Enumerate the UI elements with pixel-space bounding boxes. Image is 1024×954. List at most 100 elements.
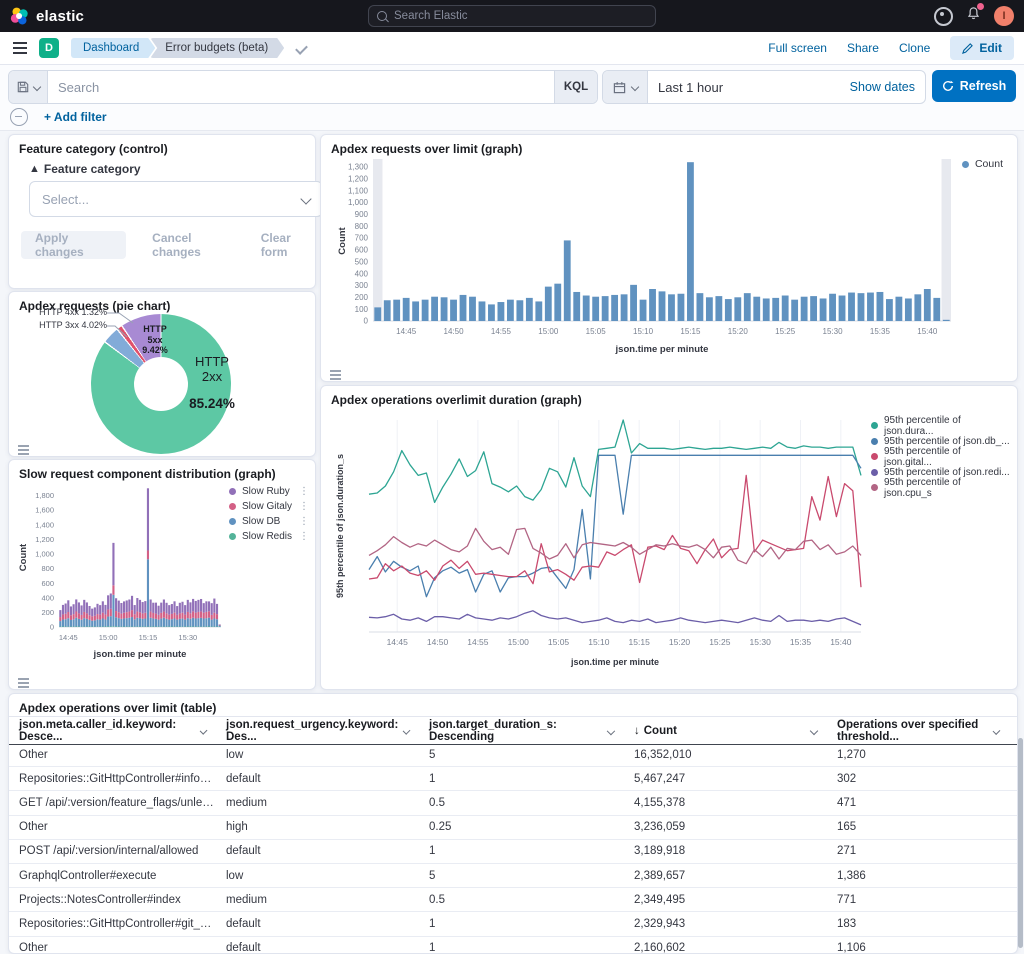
legend-item[interactable]: Slow Redis⋮	[229, 531, 309, 542]
breadcrumb-dashboard[interactable]: Dashboard	[71, 38, 155, 58]
global-search-input[interactable]: Search Elastic	[368, 5, 656, 27]
svg-text:json.time per minute: json.time per minute	[570, 657, 659, 667]
cancel-changes-button[interactable]: Cancel changes	[152, 231, 235, 259]
panel-title[interactable]: Apdex operations overlimit duration (gra…	[331, 393, 582, 407]
legend-item[interactable]: Slow Gitaly ⋮	[229, 501, 309, 512]
table-header-row: json.meta.caller_id.keyword: Desce...jso…	[9, 716, 1017, 745]
table-cell: default	[216, 773, 419, 785]
svg-text:1,600: 1,600	[35, 506, 54, 515]
svg-text:200: 200	[41, 608, 54, 617]
column-label: Operations over specified threshold...	[837, 719, 994, 743]
pie-label-4xx: HTTP 4xx 1.32%	[13, 306, 107, 319]
page-scrollbar[interactable]	[1018, 738, 1023, 948]
table-column-header[interactable]: json.request_urgency.keyword: Des...	[216, 719, 419, 743]
legend-item[interactable]: 95th percentile of json.cpu_s	[871, 482, 1011, 494]
table-row: Repositories::GitHttpController#info_ref…	[9, 767, 1017, 791]
svg-text:100: 100	[355, 305, 369, 314]
table-cell: 0.25	[419, 821, 624, 833]
feature-category-label: Feature category	[44, 162, 141, 176]
table-cell: POST /api/:version/internal/allowed	[9, 845, 216, 857]
user-avatar[interactable]: I	[994, 6, 1014, 26]
svg-text:1,200: 1,200	[35, 535, 54, 544]
table-cell: 0.5	[419, 797, 624, 809]
refresh-button[interactable]: Refresh	[932, 70, 1016, 102]
table-column-header[interactable]: json.meta.caller_id.keyword: Desce...	[9, 719, 216, 743]
edit-button[interactable]: Edit	[950, 36, 1014, 60]
show-dates-link[interactable]: Show dates	[850, 80, 925, 94]
calendar-icon	[613, 81, 626, 94]
table-cell: default	[216, 845, 419, 857]
full-screen-link[interactable]: Full screen	[768, 41, 827, 55]
table-cell: 1	[419, 845, 624, 857]
apply-changes-button[interactable]: Apply changes	[21, 231, 126, 259]
table-cell: 2,329,943	[624, 918, 827, 930]
legend-label: Slow Gitaly	[242, 501, 292, 512]
space-badge[interactable]: D	[39, 38, 59, 58]
table-row: Otherlow516,352,0101,270	[9, 743, 1017, 767]
calendar-button[interactable]	[603, 71, 648, 103]
clone-link[interactable]: Clone	[899, 41, 930, 55]
share-link[interactable]: Share	[847, 41, 879, 55]
legend-item[interactable]: Slow DB⋮	[229, 516, 309, 527]
notifications-icon[interactable]	[966, 6, 981, 26]
kql-badge[interactable]: KQL	[554, 71, 597, 103]
table-column-header[interactable]: json.target_duration_s: Descending	[419, 719, 624, 743]
menu-icon[interactable]	[13, 42, 27, 44]
legend-item[interactable]: 95th percentile of json.gital...	[871, 451, 1011, 463]
panel-legend-toggle-icon[interactable]	[330, 370, 341, 372]
legend-menu-icon[interactable]: ⋮	[299, 486, 309, 497]
svg-text:15:00: 15:00	[99, 633, 118, 642]
pie-label-2xx: HTTP 2xx 85.24%	[175, 354, 249, 411]
column-label: Count	[644, 725, 677, 737]
filter-options-icon[interactable]	[10, 108, 28, 126]
table-cell: 3,189,918	[624, 845, 827, 857]
toolbar: D Dashboard Error budgets (beta) Full sc…	[0, 32, 1024, 65]
legend-menu-icon[interactable]: ⋮	[299, 516, 309, 527]
table-cell: 271	[827, 845, 1009, 857]
svg-text:300: 300	[355, 281, 369, 290]
search-icon	[377, 11, 387, 21]
table-row: Projects::NotesController#indexmedium0.5…	[9, 888, 1017, 912]
table-cell: 165	[827, 821, 1009, 833]
feature-category-select[interactable]: Select...	[29, 181, 323, 217]
clear-form-button[interactable]: Clear form	[261, 231, 315, 259]
svg-text:15:30: 15:30	[178, 633, 197, 642]
svg-text:14:55: 14:55	[467, 637, 489, 647]
table-cell: Repositories::GitHttpController#info_ref…	[9, 773, 216, 785]
panel-legend-toggle-icon[interactable]	[18, 678, 29, 680]
saved-query-button[interactable]	[9, 71, 48, 103]
app-header: elastic Search Elastic I	[0, 0, 1024, 32]
column-label: json.target_duration_s: Descending	[429, 719, 608, 743]
table-cell: Other	[9, 821, 216, 833]
table-cell: GET /api/:version/feature_flags/unleash.…	[9, 797, 216, 809]
panel-title[interactable]: Feature category (control)	[19, 142, 168, 156]
elastic-logo[interactable]: elastic	[0, 7, 94, 26]
table-cell: default	[216, 918, 419, 930]
svg-text:400: 400	[355, 269, 369, 278]
legend-menu-icon[interactable]: ⋮	[299, 531, 309, 542]
table-column-header[interactable]: Operations over specified threshold...	[827, 719, 1009, 743]
panel-title[interactable]: Slow request component distribution (gra…	[19, 467, 276, 481]
breadcrumb-current[interactable]: Error budgets (beta)	[150, 38, 284, 58]
bar-chart-canvas: 01002003004005006007008009001,0001,1001,…	[335, 157, 995, 367]
svg-text:14:45: 14:45	[396, 327, 417, 336]
panel-legend-toggle-icon[interactable]	[18, 445, 29, 447]
legend-item[interactable]: 95th percentile of json.dura...	[871, 420, 1011, 432]
svg-text:700: 700	[355, 234, 369, 243]
table-cell: 471	[827, 797, 1009, 809]
legend-item[interactable]: Slow Ruby⋮	[229, 486, 309, 497]
svg-text:14:45: 14:45	[387, 637, 409, 647]
table-cell: 1	[419, 773, 624, 785]
search-input[interactable]: Search	[48, 71, 554, 103]
svg-text:14:55: 14:55	[491, 327, 512, 336]
table-column-header[interactable]: ↓Count	[624, 725, 827, 737]
legend-menu-icon[interactable]: ⋮	[299, 501, 309, 512]
panel-title[interactable]: Apdex operations over limit (table)	[19, 701, 216, 715]
add-filter-link[interactable]: + Add filter	[44, 110, 107, 124]
warning-icon: ▲	[29, 163, 40, 175]
help-icon[interactable]	[934, 7, 953, 26]
panel-title[interactable]: Apdex requests over limit (graph)	[331, 142, 522, 156]
pencil-icon	[962, 43, 973, 54]
time-range-value[interactable]: Last 1 hour	[648, 80, 723, 95]
save-icon	[17, 81, 29, 93]
